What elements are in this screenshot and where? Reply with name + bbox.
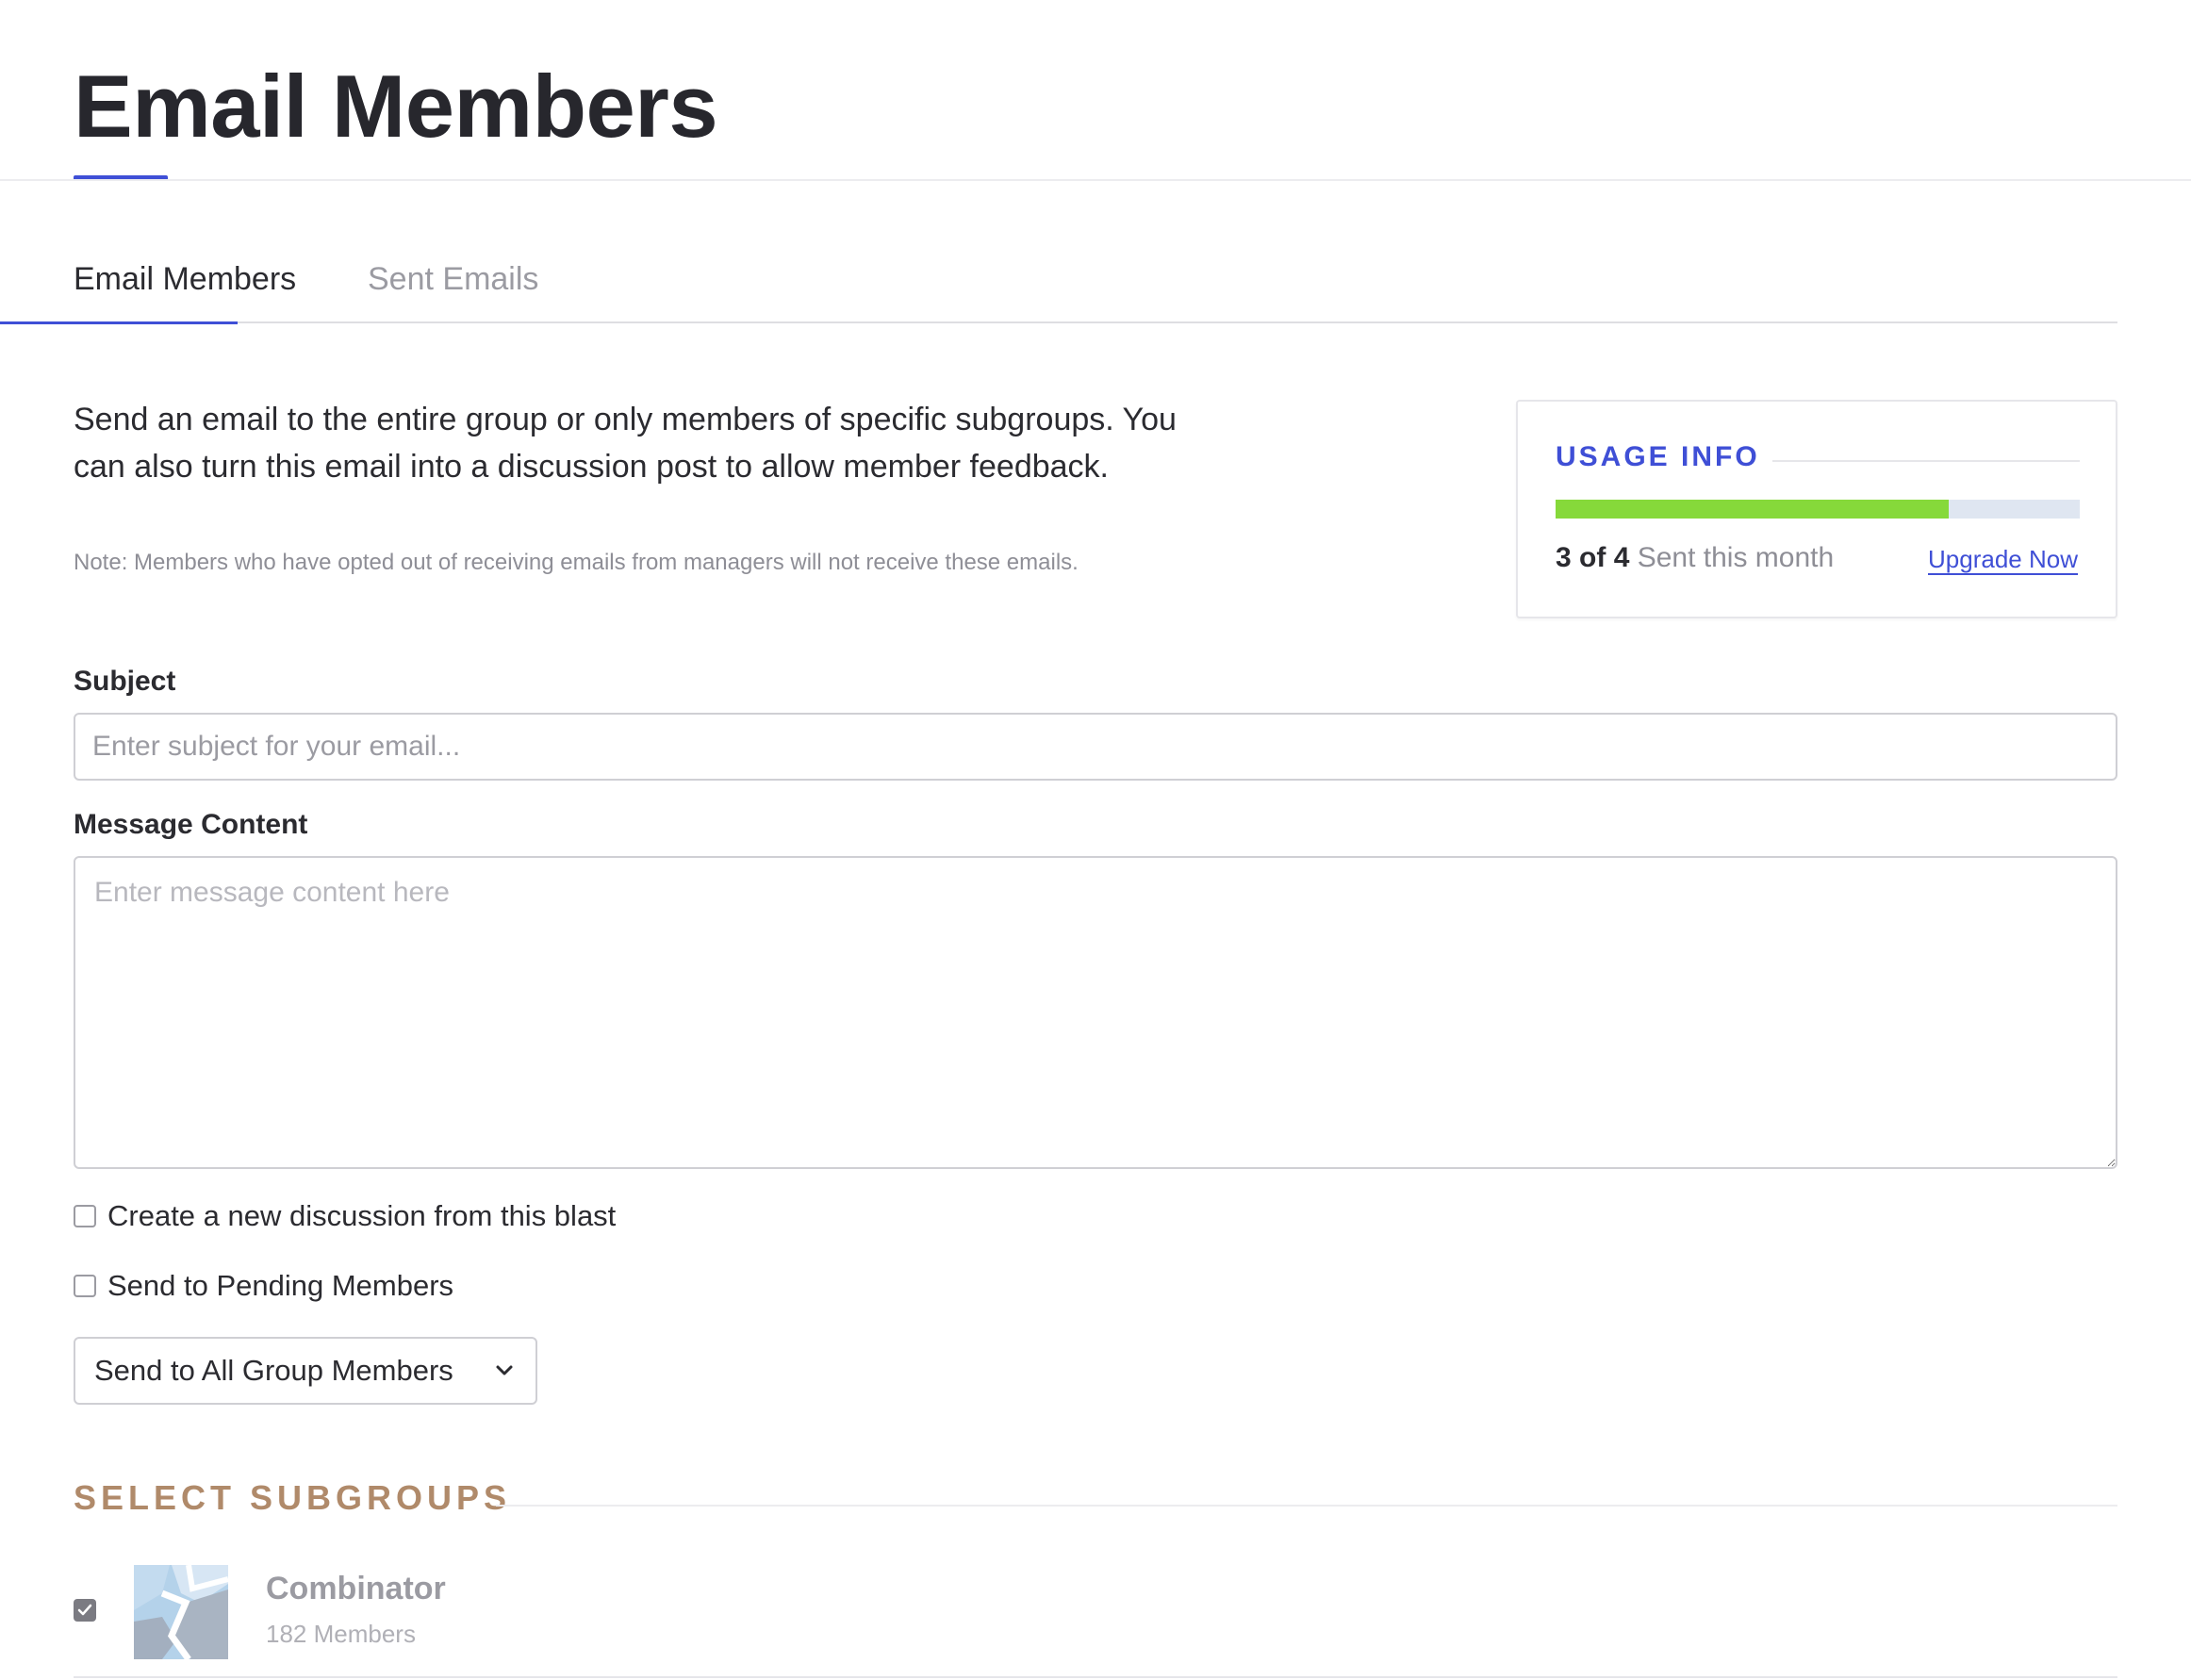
upgrade-now-link[interactable]: Upgrade Now xyxy=(1928,543,2078,575)
active-tab-indicator xyxy=(0,321,238,324)
tab-email-members[interactable]: Email Members xyxy=(74,253,296,324)
subgroups-heading-rule xyxy=(496,1505,2117,1507)
message-content-textarea[interactable] xyxy=(74,856,2117,1169)
usage-info-card: USAGE INFO 3 of 4 Sent this month Upgrad… xyxy=(1516,400,2117,618)
subject-label: Subject xyxy=(74,666,176,697)
recipient-select[interactable]: Send to All Group Members xyxy=(74,1337,537,1405)
create-discussion-option[interactable]: Create a new discussion from this blast xyxy=(74,1195,616,1237)
subgroup-avatar xyxy=(134,1565,228,1659)
opt-out-note: Note: Members who have opted out of rece… xyxy=(74,550,1079,575)
send-pending-option[interactable]: Send to Pending Members xyxy=(74,1265,453,1307)
subject-input[interactable] xyxy=(74,713,2117,781)
email-members-page: Email Members Email Members Sent Emails … xyxy=(0,0,2191,1680)
message-content-label: Message Content xyxy=(74,809,308,840)
subgroup-item[interactable]: Combinator 182 Members xyxy=(74,1561,2117,1680)
subgroup-name: Combinator xyxy=(266,1571,446,1606)
usage-period-label: Sent this month xyxy=(1637,542,1835,573)
subgroup-divider xyxy=(74,1676,2117,1678)
checkmark-icon xyxy=(77,1604,92,1616)
tab-bar: Email Members Sent Emails xyxy=(74,253,2117,324)
usage-used: 3 xyxy=(1556,542,1572,573)
tab-sent-emails[interactable]: Sent Emails xyxy=(368,253,538,324)
create-discussion-label: Create a new discussion from this blast xyxy=(107,1199,617,1232)
tabs-divider xyxy=(74,321,2117,323)
subgroup-member-count: 182 Members xyxy=(266,1620,416,1648)
recipient-select-value: Send to All Group Members xyxy=(94,1354,453,1387)
chevron-down-icon xyxy=(492,1359,517,1383)
usage-progress-bar xyxy=(1556,500,2080,519)
usage-of: of xyxy=(1579,542,1606,573)
create-discussion-checkbox[interactable] xyxy=(74,1205,96,1227)
select-subgroups-heading: SELECT SUBGROUPS xyxy=(74,1478,512,1517)
send-pending-checkbox[interactable] xyxy=(74,1275,96,1297)
usage-progress-fill xyxy=(1556,500,1949,519)
usage-limit: 4 xyxy=(1613,542,1630,573)
subgroup-checkbox[interactable] xyxy=(74,1599,96,1622)
header-divider xyxy=(0,179,2191,181)
usage-info-title: USAGE INFO xyxy=(1556,441,1760,472)
usage-title-rule xyxy=(1772,460,2080,462)
usage-stat: 3 of 4 Sent this month xyxy=(1556,539,1834,577)
send-pending-label: Send to Pending Members xyxy=(107,1269,454,1302)
intro-description: Send an email to the entire group or onl… xyxy=(74,402,1177,485)
page-title: Email Members xyxy=(74,57,718,156)
